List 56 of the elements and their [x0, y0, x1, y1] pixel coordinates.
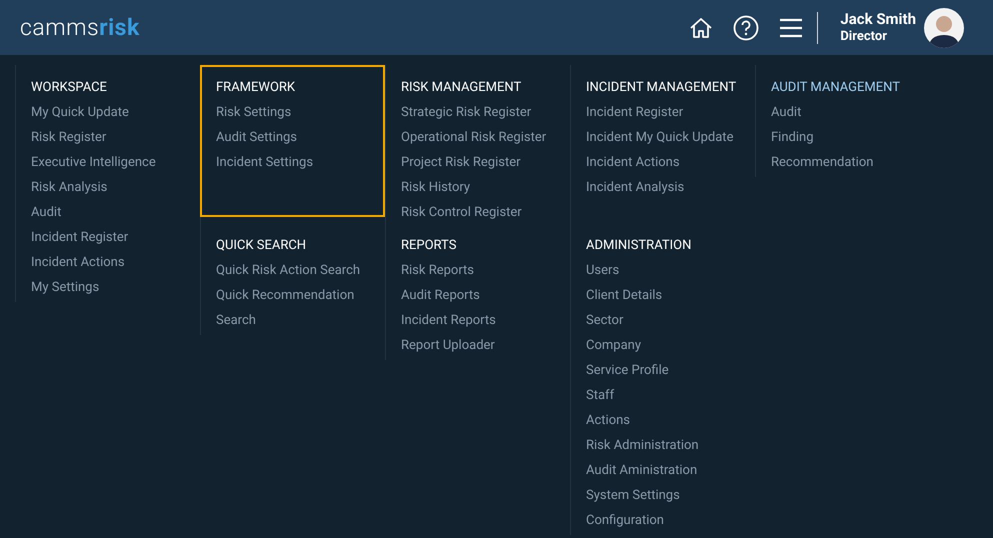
menu-link[interactable]: Incident Analysis: [586, 175, 753, 200]
menu-link[interactable]: Service Profile: [586, 358, 753, 383]
section-heading[interactable]: INCIDENT MANAGEMENT: [586, 75, 753, 100]
menu-link[interactable]: Audit: [771, 100, 938, 125]
menu-link[interactable]: System Settings: [586, 483, 753, 508]
menu-link[interactable]: Risk Register: [31, 125, 198, 150]
menu-link[interactable]: Risk Reports: [401, 258, 568, 283]
menu-link[interactable]: Risk Administration: [586, 433, 753, 458]
menu-link[interactable]: Users: [586, 258, 753, 283]
menu-link[interactable]: Incident Reports: [401, 308, 568, 333]
user-role: Director: [840, 28, 888, 46]
logo: cammsrisk: [20, 16, 140, 39]
menu-link[interactable]: Company: [586, 333, 753, 358]
menu-link[interactable]: Audit: [31, 200, 198, 225]
menu-icon[interactable]: [779, 18, 804, 38]
menu-link[interactable]: Risk Analysis: [31, 175, 198, 200]
menu-link[interactable]: Risk History: [401, 175, 568, 200]
menu-link[interactable]: Client Details: [586, 283, 753, 308]
section-heading[interactable]: AUDIT MANAGEMENT: [771, 75, 938, 100]
menu-link[interactable]: Audit Reports: [401, 283, 568, 308]
menu-link[interactable]: Incident My Quick Update: [586, 125, 753, 150]
menu-link[interactable]: Quick Risk Action Search: [216, 258, 383, 283]
section-heading[interactable]: ADMINISTRATION: [586, 233, 753, 258]
user-name: Jack Smith: [840, 10, 916, 28]
menu-link[interactable]: Incident Actions: [586, 150, 753, 175]
help-icon[interactable]: [733, 14, 760, 40]
menu-link[interactable]: Strategic Risk Register: [401, 100, 568, 125]
section-heading[interactable]: WORKSPACE: [31, 75, 198, 100]
menu-link[interactable]: Incident Register: [31, 225, 198, 250]
section-heading[interactable]: REPORTS: [401, 233, 568, 258]
menu-link[interactable]: Configuration: [586, 508, 753, 533]
menu-link[interactable]: Audit Aministration: [586, 458, 753, 483]
menu-link[interactable]: Incident Actions: [31, 250, 198, 275]
menu-link[interactable]: Incident Settings: [216, 150, 383, 175]
menu-link[interactable]: Risk Settings: [216, 100, 383, 125]
home-icon[interactable]: [689, 16, 714, 38]
menu-link[interactable]: Sector: [586, 308, 753, 333]
section-heading[interactable]: QUICK SEARCH: [216, 233, 383, 258]
avatar[interactable]: [924, 8, 964, 48]
section-heading[interactable]: RISK MANAGEMENT: [401, 75, 568, 100]
menu-link[interactable]: Report Uploader: [401, 333, 568, 358]
menu-link[interactable]: Incident Register: [586, 100, 753, 125]
menu-link[interactable]: Recommendation: [771, 150, 938, 175]
menu-link[interactable]: Project Risk Register: [401, 150, 568, 175]
menu-link[interactable]: My Quick Update: [31, 100, 198, 125]
menu-link[interactable]: Quick Recommendation: [216, 283, 383, 308]
menu-link[interactable]: Search: [216, 308, 383, 333]
section-heading[interactable]: FRAMEWORK: [216, 75, 383, 100]
menu-link[interactable]: Audit Settings: [216, 125, 383, 150]
menu-link[interactable]: Risk Control Register: [401, 200, 568, 225]
menu-link[interactable]: Executive Intelligence: [31, 150, 198, 175]
menu-link[interactable]: Staff: [586, 383, 753, 408]
menu-link[interactable]: My Settings: [31, 275, 198, 300]
menu-link[interactable]: Actions: [586, 408, 753, 433]
menu-link[interactable]: Operational Risk Register: [401, 125, 568, 150]
menu-link[interactable]: Finding: [771, 125, 938, 150]
